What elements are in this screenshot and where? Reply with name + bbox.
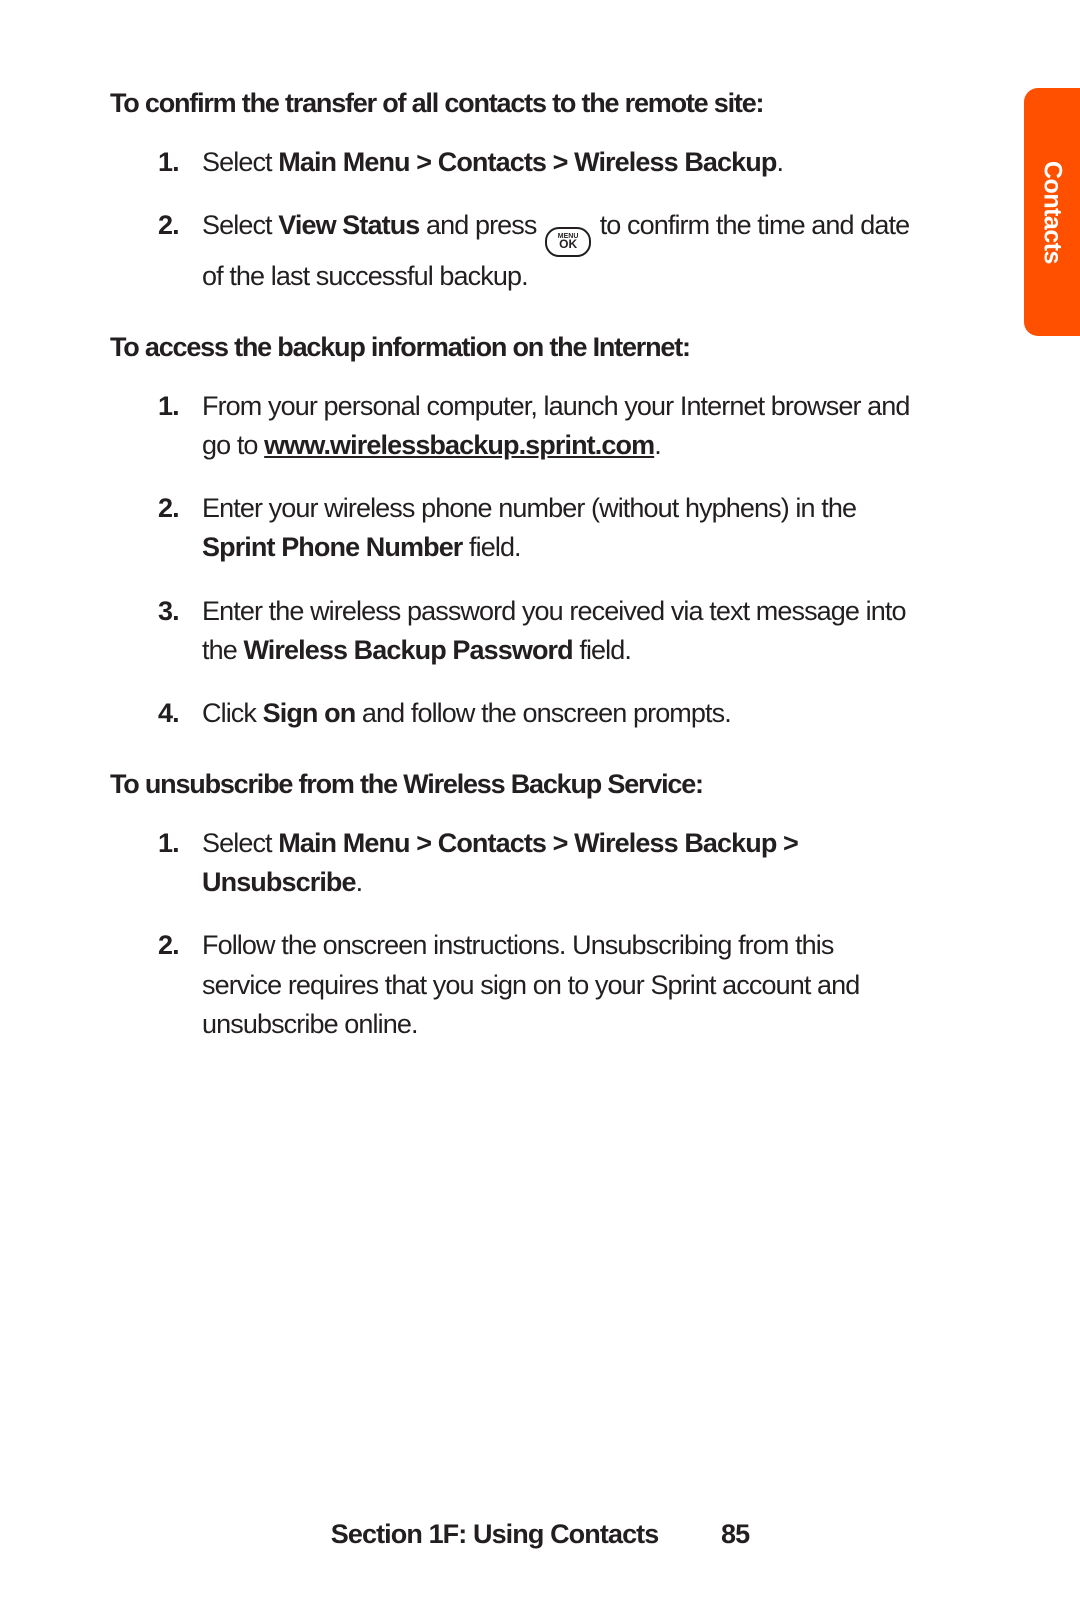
text-run: Select [202, 147, 278, 177]
step-number: 2. [158, 926, 179, 965]
text-run: Sign on [263, 698, 356, 728]
instruction-step: 1. Select Main Menu > Contacts > Wireless… [158, 824, 910, 902]
step-number: 4. [158, 694, 179, 733]
text-run: www.wirelessbackup.sprint.com [264, 430, 654, 460]
page: Contacts To confirm the transfer of all … [0, 0, 1080, 1620]
text-run: . [356, 867, 363, 897]
instruction-heading: To unsubscribe from the Wireless Backup … [110, 767, 910, 802]
step-number: 1. [158, 387, 179, 426]
instruction-list: 1. From your personal computer, launch y… [110, 387, 910, 733]
text-run: Main Menu > Contacts > Wireless Backup [278, 147, 776, 177]
step-number: 3. [158, 592, 179, 631]
instruction-step: 2. Follow the onscreen instructions. Unsu… [158, 926, 910, 1043]
instruction-step: 2. Enter your wireless phone number (with… [158, 489, 910, 567]
step-number: 1. [158, 824, 179, 863]
section-tab: Contacts [1024, 88, 1080, 336]
text-run: Enter your wireless phone number (withou… [202, 493, 856, 523]
text-run: Click [202, 698, 263, 728]
instruction-heading: To access the backup information on the … [110, 330, 910, 365]
menu-ok-key-icon: MENUOK [545, 227, 591, 257]
instruction-heading: To confirm the transfer of all contacts … [110, 86, 910, 121]
text-run: and follow the onscreen prompts. [355, 698, 731, 728]
step-number: 1. [158, 143, 179, 182]
text-run: field. [573, 635, 631, 665]
page-number: 85 [721, 1519, 749, 1550]
text-run: Select [202, 828, 278, 858]
text-run: and press [419, 210, 543, 240]
text-run: Sprint Phone Number [202, 532, 462, 562]
content: To confirm the transfer of all contacts … [110, 86, 910, 1044]
text-run: . [776, 147, 783, 177]
instruction-step: 3.Enter the wireless password you receiv… [158, 592, 910, 670]
instruction-list: 1. Select Main Menu > Contacts > Wireless… [110, 824, 910, 1044]
section-tab-label: Contacts [1038, 161, 1067, 264]
instruction-step: 2.Select View Status and press MENUOK to… [158, 206, 910, 296]
page-footer: Section 1F: Using Contacts 85 [0, 1519, 1080, 1550]
text-run: Wireless Backup Password [243, 635, 572, 665]
instruction-step: 1. Select Main Menu > Contacts > Wireless… [158, 143, 910, 182]
step-number: 2. [158, 489, 179, 528]
instruction-step: 4. Click Sign on and follow the onscreen … [158, 694, 910, 733]
instruction-list: 1. Select Main Menu > Contacts > Wireless… [110, 143, 910, 296]
text-run: View Status [278, 210, 419, 240]
text-run: . [654, 430, 661, 460]
text-run: Select [202, 210, 278, 240]
text-run: field. [462, 532, 520, 562]
instruction-step: 1. From your personal computer, launch y… [158, 387, 910, 465]
footer-section: Section 1F: Using Contacts [331, 1519, 659, 1549]
text-run: Main Menu > Contacts > Wireless Backup >… [202, 828, 798, 897]
step-number: 2. [158, 206, 179, 245]
text-run: Follow the onscreen instructions. Unsubs… [202, 930, 859, 1038]
